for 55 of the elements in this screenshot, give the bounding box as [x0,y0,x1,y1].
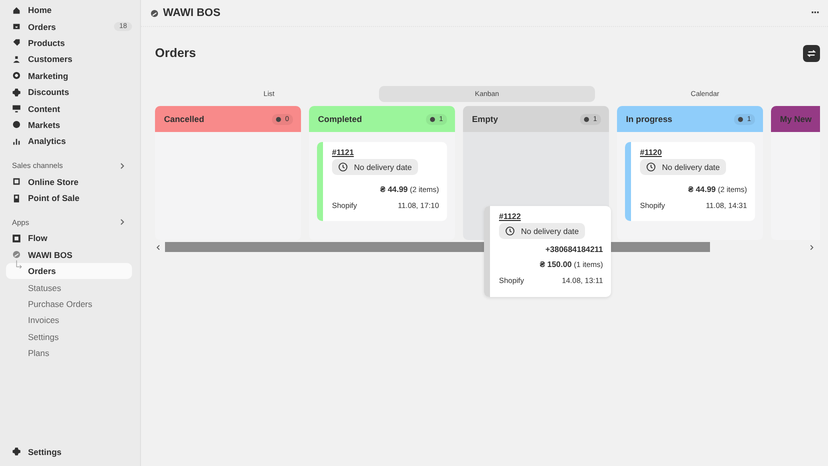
order-link[interactable]: #1121 [332,148,354,157]
tag-icon [12,38,21,48]
subnav-item[interactable]: Invoices [6,312,132,329]
nav-item[interactable]: Analytics [6,133,132,150]
bars-icon [12,136,21,146]
column-title: Cancelled [164,114,204,124]
order-link[interactable]: #1120 [640,148,662,157]
scroll-left-icon[interactable] [155,244,162,250]
column-title: My New [780,114,812,124]
nav-item[interactable]: Discounts [6,84,132,100]
column-title: In progress [626,114,672,124]
monitor-icon [12,104,21,114]
subnav-item[interactable]: Purchase Orders [6,296,132,312]
sync-button[interactable] [803,44,820,62]
column-title: Completed [318,114,362,124]
more-menu[interactable]: ··· [811,7,819,19]
nav-item[interactable]: Flow [6,230,132,247]
subnav-item[interactable]: Settings [6,328,132,346]
flow-icon [12,234,21,243]
nav-item[interactable]: Home [6,2,132,18]
subnav-item[interactable]: Statuses [6,279,132,296]
nav-item[interactable]: Online Store [6,174,132,190]
store-icon [12,177,21,186]
nav-item[interactable]: Point of Sale [6,190,132,206]
register-icon [12,194,21,203]
clock-icon [505,226,515,236]
nav-item[interactable]: Content [6,100,132,117]
delivery-text: No delivery date [354,162,412,172]
delivery-text: No delivery date [521,226,579,236]
column-title: Empty [472,114,498,124]
nav-item[interactable]: Products [6,34,132,52]
nav-item[interactable]: WAWI BOS [6,246,132,264]
order-link[interactable]: #1122 [499,212,521,221]
target-icon [12,71,21,80]
nav-item[interactable]: Marketing [6,68,132,84]
nav-item[interactable]: Customers [6,51,132,68]
chevron-right-icon[interactable] [118,218,126,226]
clock-icon [338,162,348,172]
app-title: WAWI BOS [163,7,222,19]
scroll-right-icon[interactable] [808,244,815,250]
subnav-item[interactable]: Orders [6,263,132,280]
phone-number: +380684184211 [545,245,603,254]
delivery-text: No delivery date [662,162,720,172]
logo-icon [150,8,159,18]
tray-icon [12,22,21,32]
clock-icon [646,162,656,172]
sync-icon [806,48,817,58]
person-icon [12,54,21,64]
subnav-item[interactable]: Plans [6,345,132,362]
page-title: Orders [155,46,196,60]
nav-item[interactable]: Settings [6,444,132,460]
logo-icon [12,250,21,260]
chevron-right-icon[interactable] [118,162,126,170]
home-icon [12,6,21,15]
nav-item[interactable]: Markets [6,116,132,134]
